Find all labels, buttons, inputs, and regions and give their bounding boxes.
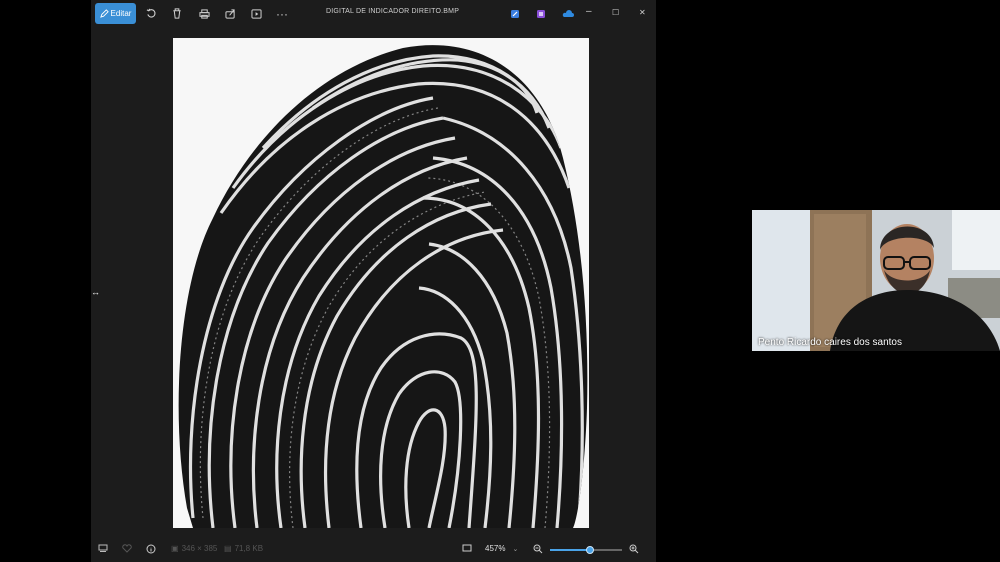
fit-to-window-button[interactable] (462, 544, 472, 552)
photos-viewer-window: Editar ··· DIGITAL DE INDICADOR DIREITO.… (91, 0, 656, 562)
webcam-tile[interactable]: Pento Ricardo caires dos santos (752, 210, 1000, 351)
dimensions-icon: ▣ (171, 544, 179, 553)
slideshow-icon (250, 8, 262, 19)
zoom-in-icon (629, 544, 639, 554)
app-shortcut-2[interactable] (533, 4, 549, 23)
more-icon: ··· (276, 6, 288, 21)
rotate-icon (146, 8, 155, 18)
pencil-icon (99, 9, 109, 18)
app-shortcut-icon (511, 9, 519, 18)
zoom-out-icon (533, 544, 543, 554)
file-size-icon: ▤ (224, 544, 232, 553)
app-shortcut-icon (537, 9, 545, 18)
fit-window-icon (462, 544, 472, 552)
dimensions-text: 346 × 385 (181, 544, 218, 553)
info-icon (146, 544, 156, 554)
filmstrip-icon (98, 544, 108, 552)
zoom-in-button[interactable] (629, 544, 639, 554)
viewer-titlebar: Editar ··· DIGITAL DE INDICADOR DIREITO.… (91, 0, 656, 28)
fingerprint-image (173, 38, 589, 528)
zoom-out-button[interactable] (533, 544, 543, 554)
image-canvas[interactable] (91, 28, 656, 538)
webcam-video (752, 210, 1000, 351)
chevron-down-icon: ⌄ (512, 545, 519, 553)
cloud-icon (562, 9, 574, 17)
minimize-button[interactable]: – (586, 6, 592, 17)
onedrive-button[interactable] (560, 4, 576, 23)
heart-icon (122, 544, 132, 553)
close-button[interactable]: ✕ (639, 8, 646, 17)
rotate-button[interactable] (143, 4, 159, 23)
window-title: DIGITAL DE INDICADOR DIREITO.BMP (326, 8, 460, 15)
file-size-text: 71,8 KB (234, 544, 264, 553)
file-size: ▤ 71,8 KB (224, 544, 263, 553)
share-button[interactable] (222, 4, 238, 23)
resize-cursor-icon: ↔ (91, 287, 100, 297)
zoom-slider-fill (550, 549, 590, 551)
edit-button-label: Editar (110, 9, 132, 18)
app-shortcut-1[interactable] (507, 4, 523, 23)
image-dimensions: ▣ 346 × 385 (171, 544, 217, 553)
zoom-level-text: 457% (485, 544, 506, 553)
printer-icon (198, 8, 210, 19)
info-button[interactable] (146, 544, 156, 554)
print-button[interactable] (196, 4, 212, 23)
zoom-slider-thumb[interactable] (585, 546, 594, 554)
filmstrip-button[interactable] (98, 544, 108, 552)
maximize-button[interactable]: ☐ (612, 8, 619, 17)
more-button[interactable]: ··· (274, 4, 290, 23)
participant-name: Pento Ricardo caires dos santos (758, 337, 902, 348)
zoom-slider[interactable] (550, 546, 622, 554)
share-icon (224, 8, 235, 19)
trash-icon (173, 8, 181, 19)
slideshow-button[interactable] (248, 4, 264, 23)
viewer-statusbar: ▣ 346 × 385 ▤ 71,8 KB 457% ⌄ (91, 538, 656, 562)
edit-button[interactable]: Editar (95, 3, 136, 24)
favorite-button[interactable] (122, 544, 132, 553)
delete-button[interactable] (169, 4, 185, 23)
zoom-level-dropdown[interactable]: 457% ⌄ (485, 544, 518, 553)
